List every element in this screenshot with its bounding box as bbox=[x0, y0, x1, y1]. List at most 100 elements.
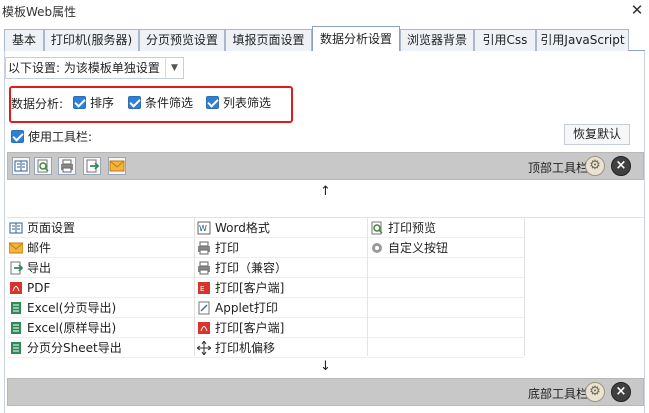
list-item[interactable]: W Word格式 bbox=[195, 218, 367, 238]
list-item bbox=[368, 318, 524, 338]
tab-css[interactable]: 引用Css bbox=[474, 29, 536, 51]
list-item-label: 自定义按钮 bbox=[388, 241, 449, 255]
restore-default-button[interactable]: 恢复默认 bbox=[564, 124, 630, 145]
svg-text:W: W bbox=[199, 224, 207, 233]
word-icon: W bbox=[197, 221, 211, 234]
top-toolbar-bar: 顶部工具栏 ⚙ × bbox=[7, 152, 644, 180]
list-item[interactable]: Excel(分页导出) bbox=[7, 298, 194, 318]
list-item-label: 打印（兼容） bbox=[215, 261, 288, 275]
list-item-label: Applet打印 bbox=[215, 301, 278, 315]
export-icon[interactable] bbox=[83, 157, 101, 175]
tab-basic[interactable]: 基本 bbox=[4, 29, 44, 51]
checkbox-check-icon bbox=[128, 96, 141, 109]
list-item[interactable]: 自定义按钮 bbox=[368, 238, 524, 258]
buttons-column-1: 页面设置 邮件 导出 PDF Excel(分页导出) Excel(原样导出) 分… bbox=[7, 218, 195, 358]
excel-icon bbox=[11, 321, 21, 334]
move-up-arrow[interactable]: ↑ bbox=[7, 182, 644, 202]
move-down-arrow[interactable]: ↓ bbox=[7, 357, 644, 377]
title-bar: 模板Web属性 ✕ bbox=[0, 0, 649, 22]
bottom-toolbar-bar: 底部工具栏 ⚙ × bbox=[7, 378, 644, 406]
list-item-label: 打印[客户端] bbox=[215, 281, 285, 295]
mail-icon[interactable] bbox=[108, 157, 126, 175]
settings-combo-value: 以下设置: 为该模板单独设置 bbox=[8, 61, 160, 75]
list-item-label: PDF bbox=[27, 280, 51, 295]
list-item[interactable]: E 打印[客户端] bbox=[195, 278, 367, 298]
list-item-label: 打印 bbox=[215, 241, 240, 255]
remove-circle-icon[interactable]: × bbox=[611, 156, 631, 176]
applet-icon bbox=[198, 301, 210, 314]
gear-icon[interactable]: ⚙ bbox=[585, 156, 605, 176]
list-item[interactable]: 页面设置 bbox=[7, 218, 194, 238]
sort-label: 排序 bbox=[90, 96, 115, 110]
list-item[interactable]: 打印[客户端] bbox=[195, 318, 367, 338]
list-item[interactable]: PDF bbox=[7, 278, 194, 298]
list-item bbox=[368, 338, 524, 358]
list-item-label: 打印预览 bbox=[388, 221, 437, 235]
filter-label: 条件筛选 bbox=[145, 96, 194, 110]
list-item[interactable]: 打印预览 bbox=[368, 218, 524, 238]
remove-circle-icon[interactable]: × bbox=[611, 382, 631, 402]
list-item[interactable]: 邮件 bbox=[7, 238, 194, 258]
list-item-label: 打印机偏移 bbox=[215, 341, 276, 355]
settings-combo[interactable]: 以下设置: 为该模板单独设置 ▼ bbox=[5, 57, 184, 79]
close-icon[interactable]: ✕ bbox=[627, 0, 647, 20]
gear-icon[interactable]: ⚙ bbox=[585, 382, 605, 402]
filter-checkbox[interactable]: 条件筛选 bbox=[128, 94, 193, 111]
list-item[interactable]: 分页分Sheet导出 bbox=[7, 338, 194, 358]
chevron-down-icon: ▼ bbox=[165, 58, 183, 78]
tab-fill-page[interactable]: 填报页面设置 bbox=[225, 29, 312, 51]
list-item-label: Excel(分页导出) bbox=[27, 301, 117, 315]
tab-browser-background[interactable]: 浏览器背景 bbox=[400, 29, 474, 51]
list-item[interactable]: 导出 bbox=[7, 258, 194, 278]
list-filter-label: 列表筛选 bbox=[223, 96, 272, 110]
print-preview-icon bbox=[371, 221, 383, 234]
svg-text:E: E bbox=[200, 285, 204, 293]
use-toolbar-checkbox[interactable]: 使用工具栏: bbox=[11, 128, 92, 145]
print-preview-icon[interactable] bbox=[34, 157, 52, 175]
pdf-print-icon bbox=[198, 321, 210, 334]
checkbox-check-icon bbox=[73, 96, 86, 109]
list-item[interactable]: 打印机偏移 bbox=[195, 338, 367, 358]
list-item-label: 分页分Sheet导出 bbox=[27, 341, 122, 355]
mail-icon bbox=[9, 242, 23, 253]
available-buttons-grid: 页面设置 邮件 导出 PDF Excel(分页导出) Excel(原样导出) 分… bbox=[7, 217, 644, 358]
sort-checkbox[interactable]: 排序 bbox=[73, 94, 114, 111]
list-item-label: Word格式 bbox=[215, 221, 270, 235]
tab-strip: 基本 打印机(服务器) 分页预览设置 填报页面设置 数据分析设置 浏览器背景 引… bbox=[4, 26, 645, 52]
tab-paging-preview[interactable]: 分页预览设置 bbox=[139, 29, 225, 51]
excel-icon bbox=[11, 341, 21, 354]
page-setup-icon[interactable] bbox=[12, 157, 30, 175]
buttons-column-3: 打印预览 自定义按钮 bbox=[368, 218, 525, 358]
bottom-toolbar-label: 底部工具栏 bbox=[527, 387, 588, 401]
list-item bbox=[368, 258, 524, 278]
list-item-label: 打印[客户端] bbox=[215, 321, 285, 335]
top-toolbar-label: 顶部工具栏 bbox=[527, 161, 588, 175]
tab-data-analysis[interactable]: 数据分析设置 bbox=[312, 26, 400, 52]
checkbox-check-icon bbox=[11, 130, 24, 143]
list-item[interactable]: Applet打印 bbox=[195, 298, 367, 318]
move-icon bbox=[197, 340, 211, 355]
list-item-label: 邮件 bbox=[27, 241, 52, 255]
list-item[interactable]: Excel(原样导出) bbox=[7, 318, 194, 338]
gear-icon bbox=[372, 242, 382, 253]
tab-printer-server[interactable]: 打印机(服务器) bbox=[44, 29, 139, 51]
tab-javascript[interactable]: 引用JavaScript bbox=[536, 29, 629, 51]
use-toolbar-label: 使用工具栏: bbox=[28, 130, 93, 144]
list-item[interactable]: 打印（兼容） bbox=[195, 258, 367, 278]
checkbox-check-icon bbox=[206, 96, 219, 109]
page-setup-icon bbox=[9, 222, 23, 233]
excel-icon bbox=[11, 301, 21, 314]
pdf-icon bbox=[10, 281, 22, 294]
client-print-icon: E bbox=[198, 281, 210, 294]
list-item bbox=[368, 278, 524, 298]
buttons-column-2: W Word格式 打印 打印（兼容） E 打印[客户端] Applet打印 打印[客… bbox=[195, 218, 368, 358]
list-item-label: 页面设置 bbox=[27, 221, 76, 235]
list-filter-checkbox[interactable]: 列表筛选 bbox=[206, 94, 271, 111]
settings-panel: 以下设置: 为该模板单独设置 ▼ 数据分析: 排序 条件筛选 列表筛选 使用工具… bbox=[4, 51, 645, 413]
print-icon bbox=[198, 241, 210, 254]
export-icon bbox=[10, 261, 23, 274]
print-icon[interactable] bbox=[58, 157, 76, 175]
list-item-label: Excel(原样导出) bbox=[27, 321, 117, 335]
window-title: 模板Web属性 bbox=[2, 5, 77, 19]
list-item[interactable]: 打印 bbox=[195, 238, 367, 258]
